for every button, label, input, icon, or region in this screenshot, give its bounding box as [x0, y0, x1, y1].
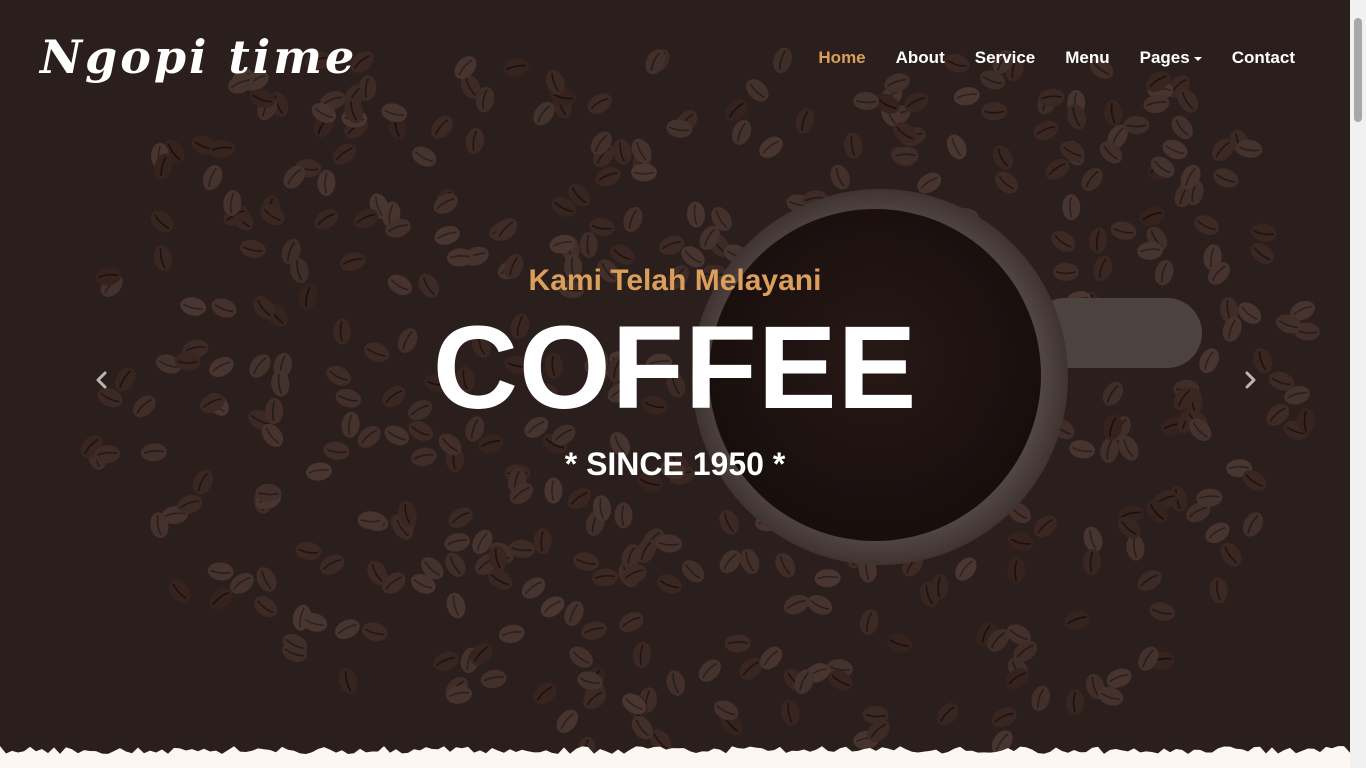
carousel-prev-button[interactable] — [88, 366, 116, 394]
brand-logo[interactable]: Ngopi time — [40, 30, 357, 84]
chevron-left-icon — [96, 371, 107, 389]
hero-subtitle: Kami Telah Melayani — [528, 264, 822, 297]
hero-title: COFFEE — [432, 302, 918, 434]
hero-since: * SINCE 1950 * — [564, 446, 786, 482]
carousel-next-button[interactable] — [1236, 366, 1264, 394]
nav-item-about[interactable]: About — [896, 48, 945, 68]
nav-item-home[interactable]: Home — [818, 48, 865, 68]
nav-item-menu[interactable]: Menu — [1065, 48, 1109, 68]
main-nav: Home About Service Menu Pages Contact — [818, 48, 1295, 68]
page-scrollbar[interactable] — [1350, 0, 1366, 768]
hero-carousel: Ngopi time Home About Service Menu Pages… — [0, 0, 1350, 768]
nav-item-service[interactable]: Service — [975, 48, 1036, 68]
nav-item-label: Menu — [1065, 48, 1110, 67]
nav-item-label: Pages — [1139, 48, 1190, 67]
chevron-right-icon — [1245, 371, 1256, 389]
nav-item-label: About — [895, 48, 945, 67]
hero-caption: Kami Telah Melayani COFFEE * SINCE 1950 … — [0, 264, 1350, 483]
nav-item-pages[interactable]: Pages — [1140, 48, 1202, 68]
nav-item-label: Contact — [1231, 48, 1295, 67]
scrollbar-thumb[interactable] — [1354, 18, 1362, 122]
nav-item-contact[interactable]: Contact — [1232, 48, 1295, 68]
torn-paper-edge — [0, 746, 1350, 768]
nav-item-label: Home — [818, 48, 866, 67]
caret-down-icon — [1193, 57, 1202, 61]
nav-item-label: Service — [974, 48, 1036, 67]
